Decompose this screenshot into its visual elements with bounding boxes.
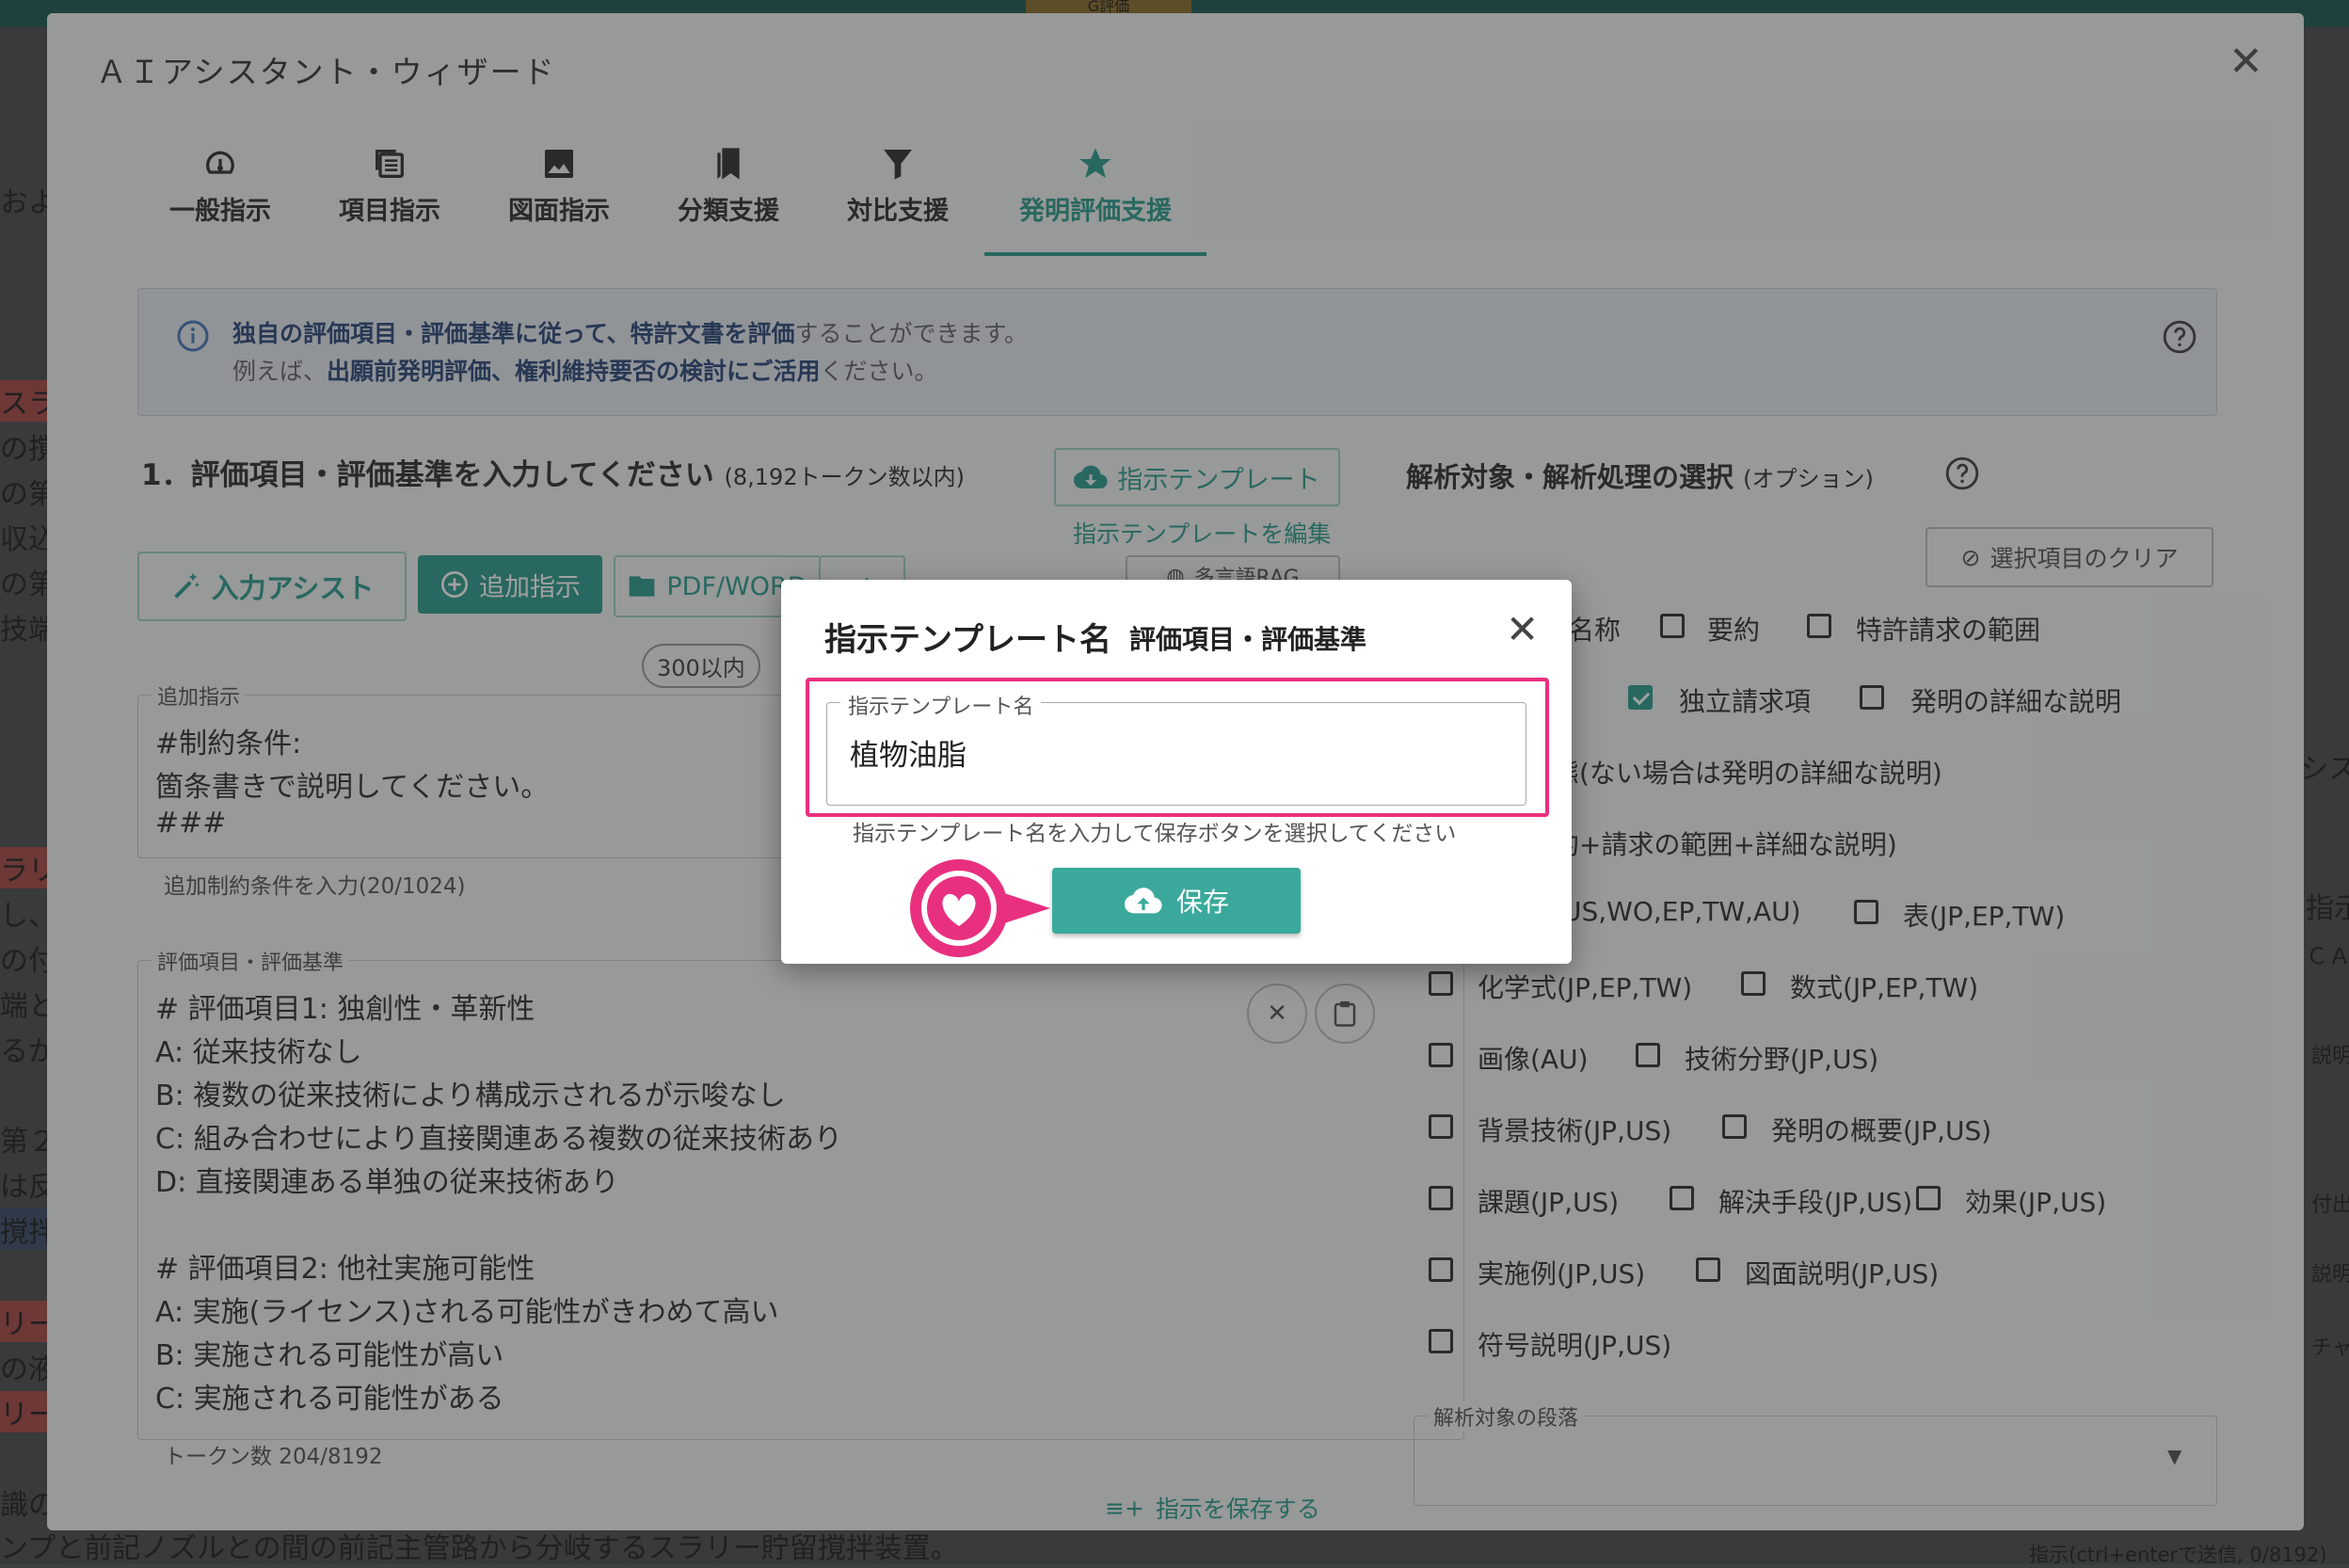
save-button[interactable]: 保存 <box>1052 868 1301 934</box>
dialog-title: 指示テンプレート名 <box>824 621 1111 659</box>
heart-icon <box>910 859 1050 957</box>
template-name-dialog: 指示テンプレート名 評価項目・評価基準 ✕ 指示テンプレート名 指示テンプレート… <box>781 580 1572 964</box>
dialog-helper-text: 指示テンプレート名を入力して保存ボタンを選択してください <box>853 822 1457 846</box>
template-name-field: 指示テンプレート名 <box>826 690 1526 806</box>
template-name-input[interactable] <box>850 735 1490 769</box>
dialog-subtitle: 評価項目・評価基準 <box>1129 624 1367 655</box>
template-name-label: 指示テンプレート名 <box>840 690 1042 720</box>
cloud-upload-icon <box>1124 888 1162 914</box>
dialog-close-button[interactable]: ✕ <box>1506 610 1539 649</box>
save-button-label: 保存 <box>1175 887 1229 918</box>
